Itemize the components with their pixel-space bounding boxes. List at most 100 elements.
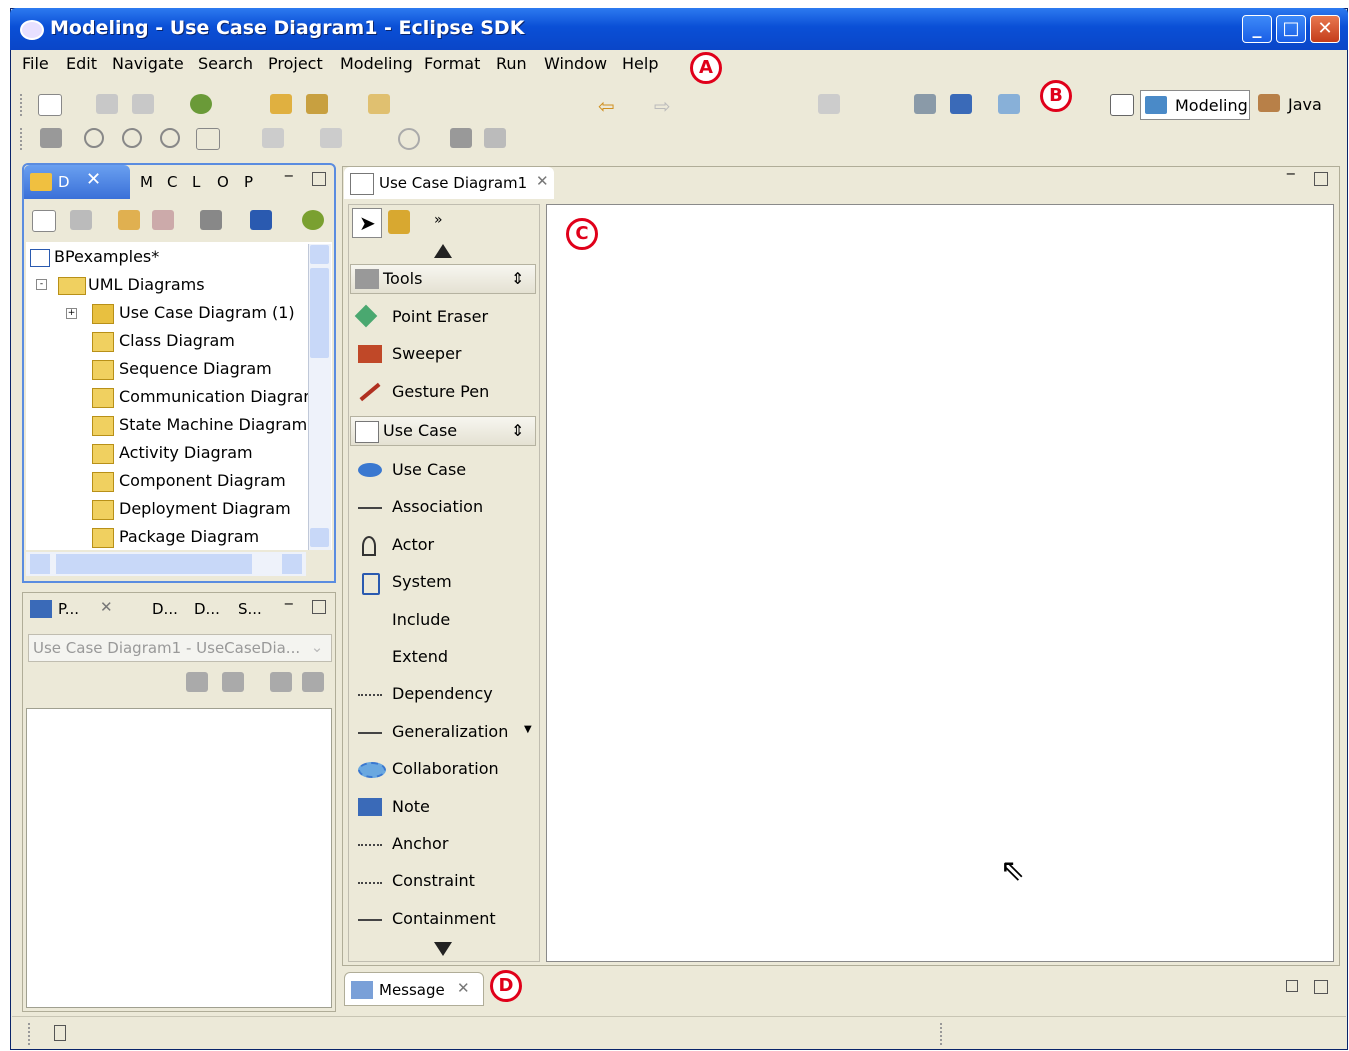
maximize-view-icon[interactable]: [1314, 980, 1328, 994]
explorer-tab-p[interactable]: P: [244, 173, 253, 191]
scroll-up-arrow-icon[interactable]: [434, 244, 452, 258]
palette-item[interactable]: Use Case: [352, 455, 534, 485]
tree-horizontal-scrollbar[interactable]: [26, 552, 306, 576]
zoom-in-icon[interactable]: [84, 128, 104, 148]
database-icon[interactable]: [118, 210, 140, 230]
advanced-icon[interactable]: [302, 672, 324, 692]
printer-icon[interactable]: [914, 94, 936, 114]
scroll-right-button[interactable]: [282, 554, 302, 574]
pin-icon[interactable]: ⇕: [511, 265, 524, 293]
view-tab-d1[interactable]: D...: [152, 600, 178, 618]
collapse-icon[interactable]: -: [36, 279, 47, 290]
menu-edit[interactable]: Edit: [66, 54, 97, 73]
use-case-drawer[interactable]: Use Case ⇕: [350, 416, 536, 446]
properties-icon[interactable]: [950, 94, 972, 114]
palette-item[interactable]: Include: [352, 605, 534, 635]
generalization-dropdown-icon[interactable]: ▼: [524, 724, 532, 735]
print-icon[interactable]: [132, 94, 154, 114]
perspective-modeling[interactable]: Modeling: [1140, 90, 1250, 120]
restore-view-icon[interactable]: [1286, 980, 1298, 992]
zoom-fit-icon[interactable]: [160, 128, 180, 148]
filter-icon[interactable]: [270, 672, 292, 692]
maximize-view-icon[interactable]: [312, 172, 326, 186]
palette-item[interactable]: Gesture Pen: [352, 377, 534, 407]
import-icon[interactable]: [484, 128, 506, 148]
pen-icon[interactable]: [306, 94, 328, 114]
palette-item[interactable]: Containment: [352, 904, 534, 934]
sort-icon[interactable]: [222, 672, 244, 692]
sort-icon[interactable]: [152, 210, 174, 230]
tools-drawer[interactable]: Tools ⇕: [350, 264, 536, 294]
menu-window[interactable]: Window: [544, 54, 607, 73]
forward-arrow-icon[interactable]: ⇨: [654, 94, 676, 118]
menu-run[interactable]: Run: [496, 54, 527, 73]
palette-item[interactable]: Anchor: [352, 829, 534, 859]
pin-icon[interactable]: ⇕: [511, 417, 524, 445]
export-icon[interactable]: [450, 128, 472, 148]
up-icon[interactable]: [200, 210, 222, 230]
menu-search[interactable]: Search: [198, 54, 253, 73]
chevron-down-icon[interactable]: ⌄: [307, 638, 327, 658]
maximize-button[interactable]: □: [1276, 15, 1306, 43]
editor-tab[interactable]: Use Case Diagram1 ✕: [344, 167, 554, 199]
explorer-tab-m[interactable]: M: [140, 173, 153, 191]
close-button[interactable]: ✕: [1310, 15, 1340, 43]
scroll-thumb[interactable]: [310, 268, 329, 358]
palette-item[interactable]: System: [352, 567, 534, 597]
menu-project[interactable]: Project: [268, 54, 323, 73]
title-bar[interactable]: Modeling - Use Case Diagram1 - Eclipse S…: [10, 8, 1348, 50]
minimize-view-icon[interactable]: ‒: [284, 594, 294, 612]
explorer-tab-c[interactable]: C: [167, 173, 177, 191]
palette-item[interactable]: Note: [352, 792, 534, 822]
palette-item[interactable]: Point Eraser: [352, 302, 534, 332]
palette-item[interactable]: Constraint: [352, 866, 534, 896]
explorer-tab-o[interactable]: O: [217, 173, 229, 191]
fast-view-icon[interactable]: [54, 1025, 66, 1041]
palette-item[interactable]: Extend: [352, 642, 534, 672]
new-icon[interactable]: [32, 210, 56, 232]
back-arrow-icon[interactable]: ⇦: [598, 94, 620, 118]
select-tool[interactable]: ➤: [352, 208, 382, 238]
brush-icon[interactable]: [40, 128, 62, 148]
explorer-active-tab[interactable]: D ✕: [24, 165, 130, 199]
new-diagram-icon[interactable]: [998, 94, 1020, 114]
lock-icon[interactable]: [388, 210, 410, 234]
menu-format[interactable]: Format: [424, 54, 480, 73]
scroll-left-button[interactable]: [30, 554, 50, 574]
view-tab-d2[interactable]: D...: [194, 600, 220, 618]
open-type-icon[interactable]: [368, 94, 390, 114]
target-icon[interactable]: [398, 128, 420, 150]
scroll-h-thumb[interactable]: [56, 554, 252, 574]
save-icon[interactable]: [96, 94, 118, 114]
palette-item[interactable]: Generalization: [352, 717, 534, 747]
palette-item[interactable]: Actor: [352, 530, 534, 560]
scroll-down-button[interactable]: [310, 528, 329, 547]
properties-tab[interactable]: P...: [58, 600, 79, 618]
menu-modeling[interactable]: Modeling: [340, 54, 413, 73]
align-icon[interactable]: [262, 128, 284, 148]
zoom-out-icon[interactable]: [122, 128, 142, 148]
palette-item[interactable]: Association: [352, 492, 534, 522]
perspective-java[interactable]: Java: [1256, 90, 1336, 120]
new-icon[interactable]: [38, 94, 62, 116]
close-icon[interactable]: ✕: [536, 172, 549, 190]
minimize-editor-icon[interactable]: ‒: [1286, 164, 1296, 182]
close-icon[interactable]: ✕: [457, 979, 470, 997]
element-combo[interactable]: Use Case Diagram1 - UseCaseDia... ⌄: [28, 634, 332, 662]
message-view-tab[interactable]: Message ✕: [344, 972, 484, 1006]
scroll-up-button[interactable]: [310, 245, 329, 264]
expand-icon[interactable]: +: [66, 308, 77, 319]
distribute-icon[interactable]: [320, 128, 342, 148]
link-icon[interactable]: [250, 210, 272, 230]
tree-vertical-scrollbar[interactable]: [308, 244, 331, 550]
page-icon[interactable]: [196, 128, 220, 150]
open-folder-icon[interactable]: [270, 94, 292, 114]
toolbar-grip-2[interactable]: [20, 128, 25, 150]
palette-menu-icon[interactable]: »: [434, 212, 443, 228]
palette-item[interactable]: Collaboration: [352, 754, 534, 784]
close-icon[interactable]: ✕: [86, 169, 101, 190]
layout-icon[interactable]: [818, 94, 840, 114]
minimize-button[interactable]: _: [1242, 15, 1272, 43]
diagram-canvas[interactable]: [546, 204, 1334, 962]
palette-item[interactable]: Sweeper: [352, 339, 534, 369]
